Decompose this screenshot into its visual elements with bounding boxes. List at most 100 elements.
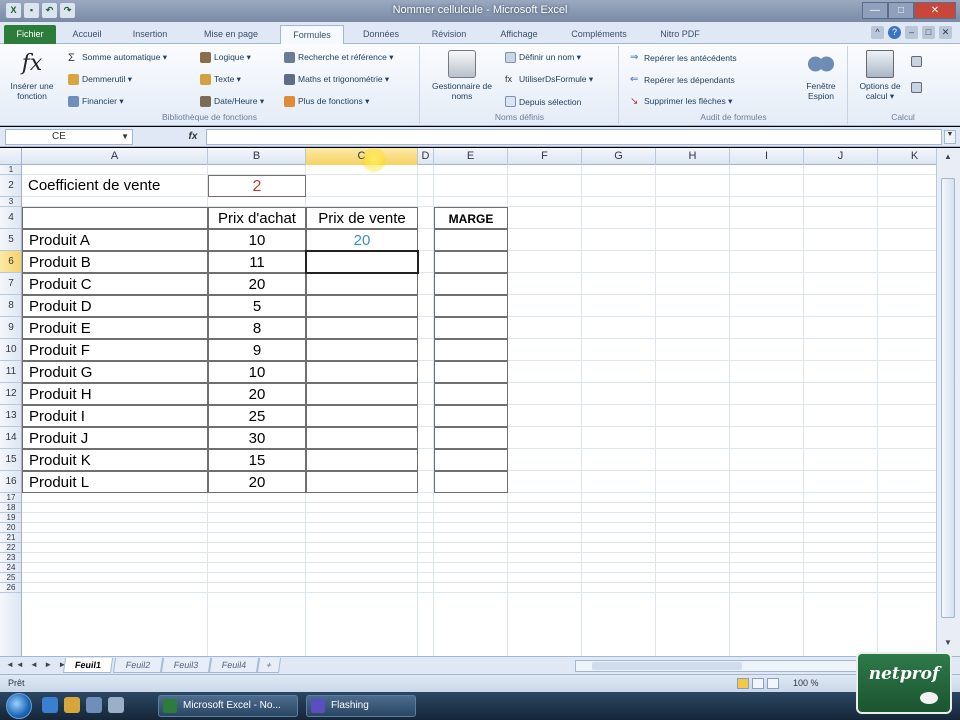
media-icon[interactable]: [86, 697, 102, 713]
product-name-cell[interactable]: Produit G: [22, 361, 208, 383]
select-all-corner[interactable]: [0, 148, 22, 165]
product-name-cell[interactable]: Produit E: [22, 317, 208, 339]
chevron-down-icon[interactable]: ▼: [121, 130, 129, 144]
row-header-16[interactable]: 16: [0, 471, 21, 493]
hscroll-thumb[interactable]: [592, 662, 742, 670]
column-header-i[interactable]: I: [730, 148, 804, 165]
maximize-button[interactable]: □: [888, 2, 914, 19]
ie-icon[interactable]: [42, 697, 58, 713]
tab-accueil[interactable]: Accueil: [62, 25, 112, 44]
margin-cell[interactable]: [434, 405, 508, 427]
margin-cell[interactable]: [434, 273, 508, 295]
purchase-price-cell[interactable]: 20: [208, 383, 306, 405]
product-name-cell[interactable]: Produit C: [22, 273, 208, 295]
row-header-4[interactable]: 4: [0, 207, 21, 229]
sale-price-cell[interactable]: [306, 361, 418, 383]
scroll-down-icon[interactable]: ▼: [942, 638, 954, 650]
sale-price-cell[interactable]: [306, 405, 418, 427]
product-name-cell[interactable]: Produit L: [22, 471, 208, 493]
folder-icon[interactable]: [64, 697, 80, 713]
purchase-price-cell[interactable]: 10: [208, 229, 306, 251]
insert-sheet-icon[interactable]: +: [256, 658, 282, 673]
close-button[interactable]: ✕: [914, 2, 956, 19]
margin-cell[interactable]: [434, 295, 508, 317]
margin-cell[interactable]: [434, 471, 508, 493]
tab-nitro-pdf[interactable]: Nitro PDF: [646, 25, 714, 44]
header-blank-cell[interactable]: [22, 207, 208, 229]
column-header-f[interactable]: F: [508, 148, 582, 165]
row-header-23[interactable]: 23: [0, 553, 21, 563]
sale-price-cell[interactable]: 20: [306, 229, 418, 251]
margin-cell[interactable]: [434, 449, 508, 471]
trace-precedents-button[interactable]: ⇒ Repérer les antécédents: [630, 52, 737, 63]
column-header-b[interactable]: B: [208, 148, 306, 165]
recent-used-button[interactable]: Demmerutil ▾: [68, 74, 132, 85]
row-header-26[interactable]: 26: [0, 583, 21, 593]
header-prix-vente[interactable]: Prix de vente: [306, 207, 418, 229]
insert-function-button[interactable]: fx Insérer une fonction: [4, 50, 60, 101]
doc-close-icon[interactable]: ✕: [939, 26, 952, 39]
product-name-cell[interactable]: Produit F: [22, 339, 208, 361]
page-layout-view-icon[interactable]: [752, 678, 764, 689]
row-header-12[interactable]: 12: [0, 383, 21, 405]
row-header-14[interactable]: 14: [0, 427, 21, 449]
sheet-tab-feuil4[interactable]: Feuil4: [208, 658, 260, 673]
purchase-price-cell[interactable]: 11: [208, 251, 306, 273]
financial-button[interactable]: Financier ▾: [68, 96, 124, 107]
header-prix-achat[interactable]: Prix d'achat: [208, 207, 306, 229]
column-header-d[interactable]: D: [418, 148, 434, 165]
doc-restore-icon[interactable]: □: [922, 26, 935, 39]
purchase-price-cell[interactable]: 30: [208, 427, 306, 449]
trace-dependents-button[interactable]: ⇐ Repérer les dépendants: [630, 74, 735, 85]
sale-price-cell[interactable]: [306, 427, 418, 449]
coefficient-label[interactable]: Coefficient de vente: [22, 175, 208, 197]
product-name-cell[interactable]: Produit I: [22, 405, 208, 427]
row-header-22[interactable]: 22: [0, 543, 21, 553]
sale-price-cell[interactable]: [306, 317, 418, 339]
row-header-10[interactable]: 10: [0, 339, 21, 361]
desktop-icon[interactable]: [108, 697, 124, 713]
taskbar-item-flashing[interactable]: Flashing: [306, 695, 416, 717]
tab-formules[interactable]: Formules: [280, 25, 344, 44]
product-name-cell[interactable]: Produit K: [22, 449, 208, 471]
sale-price-cell[interactable]: [306, 295, 418, 317]
tab-mise-en-page[interactable]: Mise en page: [188, 25, 274, 44]
sale-price-cell[interactable]: [306, 273, 418, 295]
scroll-thumb[interactable]: [941, 178, 955, 618]
row-header-21[interactable]: 21: [0, 533, 21, 543]
product-name-cell[interactable]: Produit B: [22, 251, 208, 273]
minimize-ribbon-icon[interactable]: ^: [871, 26, 884, 39]
margin-cell[interactable]: [434, 339, 508, 361]
margin-cell[interactable]: [434, 229, 508, 251]
row-header-8[interactable]: 8: [0, 295, 21, 317]
sale-price-cell[interactable]: [306, 383, 418, 405]
sheet-tab-feuil3[interactable]: Feuil3: [160, 658, 212, 673]
margin-cell[interactable]: [434, 361, 508, 383]
margin-cell[interactable]: [434, 427, 508, 449]
zoom-level[interactable]: 100 %: [793, 678, 819, 688]
row-header-9[interactable]: 9: [0, 317, 21, 339]
product-name-cell[interactable]: Produit H: [22, 383, 208, 405]
column-header-a[interactable]: A: [22, 148, 208, 165]
sheet-tab-feuil1[interactable]: Feuil1: [62, 658, 114, 673]
horizontal-scrollbar[interactable]: [575, 660, 885, 672]
text-button[interactable]: Texte ▾: [200, 74, 241, 85]
row-header-3[interactable]: 3: [0, 197, 21, 207]
row-header-11[interactable]: 11: [0, 361, 21, 383]
minimize-button[interactable]: —: [862, 2, 888, 19]
page-break-view-icon[interactable]: [767, 678, 779, 689]
row-header-1[interactable]: 1: [0, 165, 21, 175]
row-header-24[interactable]: 24: [0, 563, 21, 573]
product-name-cell[interactable]: Produit D: [22, 295, 208, 317]
math-button[interactable]: Maths et trigonométrie ▾: [284, 74, 389, 85]
coefficient-value[interactable]: 2: [208, 175, 306, 197]
tab-donnees[interactable]: Données: [350, 25, 412, 44]
sale-price-cell[interactable]: [306, 449, 418, 471]
row-header-25[interactable]: 25: [0, 573, 21, 583]
cell-grid[interactable]: Coefficient de vente 2 Prix d'achat Prix de…: [22, 165, 936, 656]
vertical-scrollbar[interactable]: ▲ ▼: [936, 148, 960, 656]
column-header-g[interactable]: G: [582, 148, 656, 165]
margin-cell[interactable]: [434, 317, 508, 339]
purchase-price-cell[interactable]: 10: [208, 361, 306, 383]
purchase-price-cell[interactable]: 9: [208, 339, 306, 361]
